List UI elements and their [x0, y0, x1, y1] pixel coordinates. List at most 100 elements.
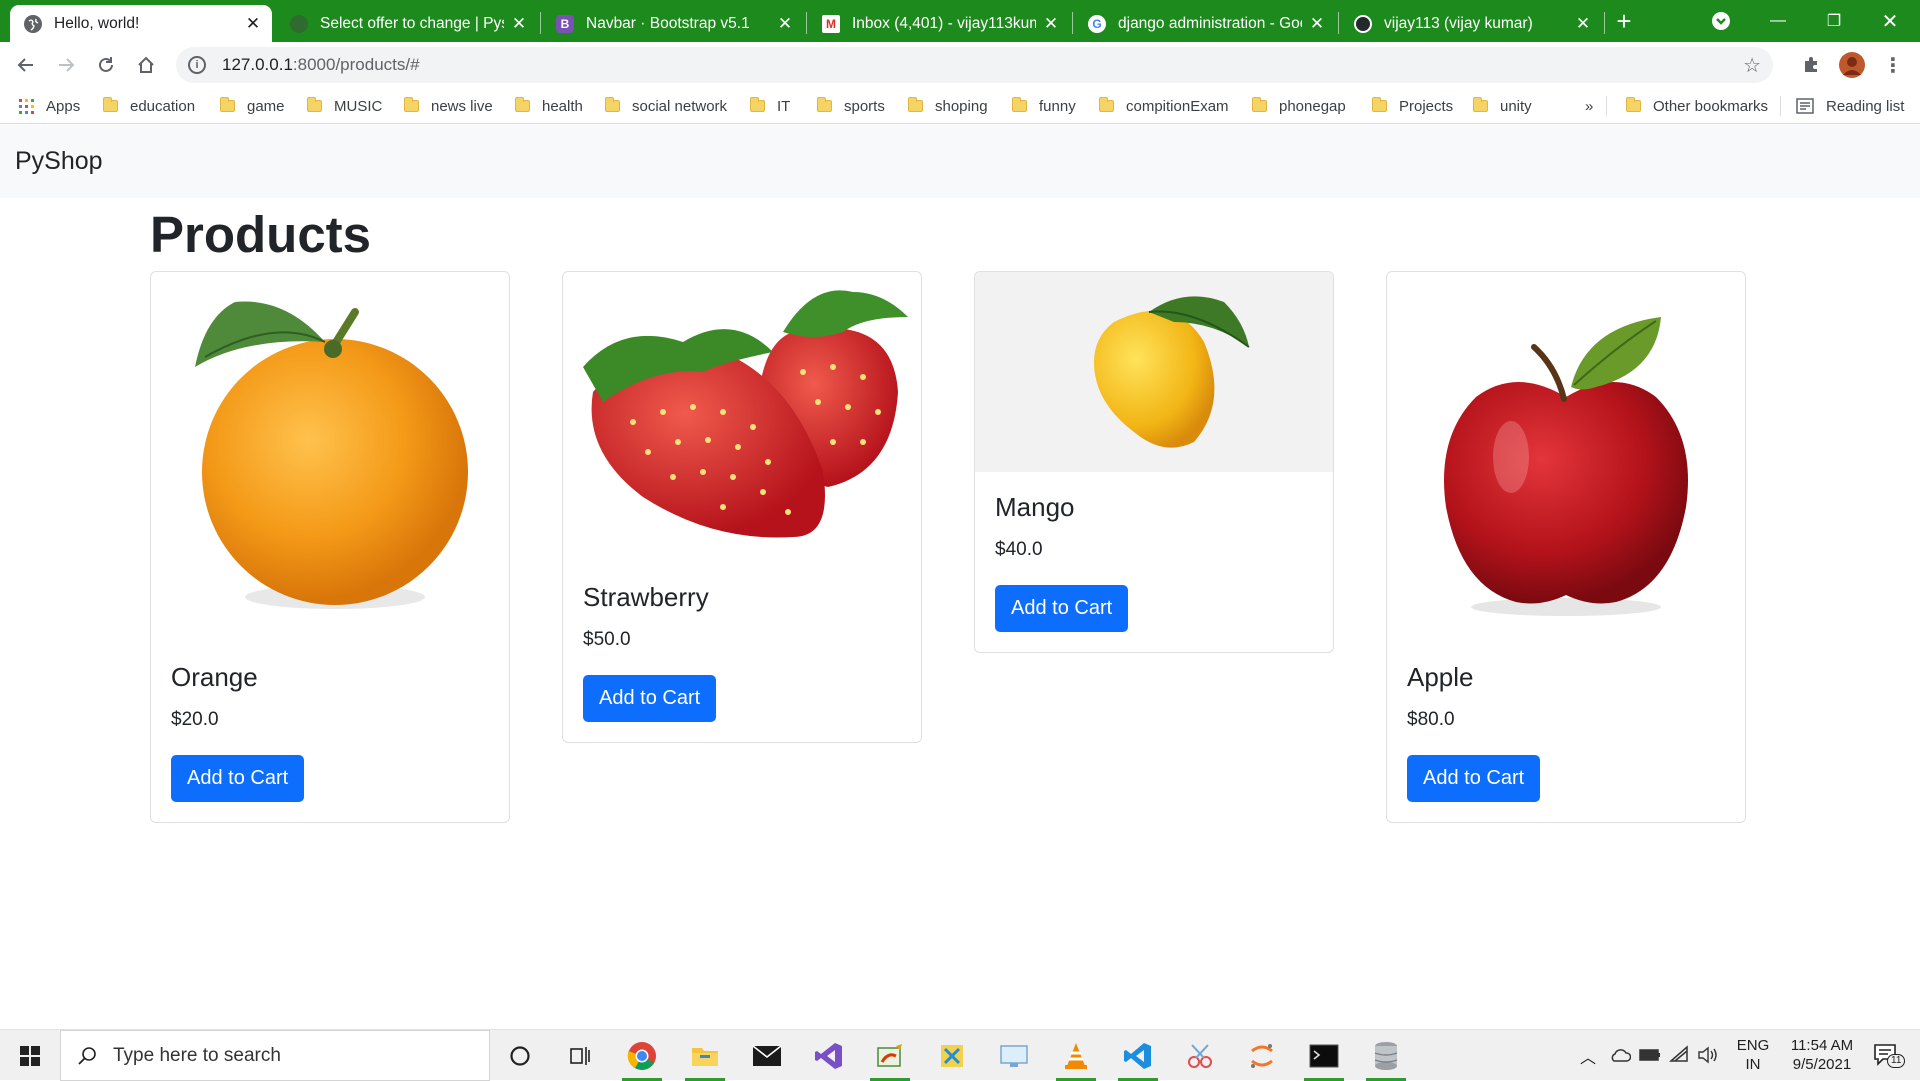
language-indicator[interactable]: ENG IN — [1733, 1036, 1773, 1074]
site-info-icon[interactable]: i — [188, 56, 206, 74]
browser-toolbar: i 127.0.0.1:8000/products/# ☆ ⋮ — [0, 42, 1920, 88]
apps-bookmark[interactable]: Apps — [19, 88, 80, 124]
strawberry-image — [563, 272, 921, 562]
close-tab-icon[interactable]: ✕ — [1308, 14, 1326, 34]
cortana-icon[interactable] — [496, 1033, 544, 1078]
tab-django-admin[interactable]: G django administration - Goo ✕ — [1074, 5, 1336, 42]
windows-start-icon[interactable] — [0, 1030, 60, 1081]
reading-list-button[interactable]: Reading list — [1796, 88, 1904, 124]
tab-select-offer[interactable]: Select offer to change | Pysh ✕ — [276, 5, 538, 42]
close-tab-icon[interactable]: ✕ — [510, 14, 528, 34]
folder-icon — [307, 97, 322, 112]
card-body: Orange $20.0 Add to Cart — [151, 642, 509, 822]
add-to-cart-button[interactable]: Add to Cart — [171, 755, 305, 803]
forward-icon[interactable] — [48, 47, 84, 83]
site-navbar: PyShop — [0, 125, 1920, 198]
home-icon[interactable] — [128, 47, 164, 83]
bookmark-folder-projects[interactable]: Projects — [1372, 88, 1453, 124]
tray-overflow-chevron-icon[interactable]: ︿ — [1580, 1044, 1596, 1068]
clock[interactable]: 11:54 AM 9/5/2021 — [1780, 1036, 1864, 1074]
file-explorer-icon[interactable] — [681, 1033, 729, 1081]
chrome-icon[interactable] — [618, 1033, 666, 1081]
add-to-cart-button[interactable]: Add to Cart — [583, 675, 717, 723]
wifi-icon[interactable] — [1669, 1045, 1689, 1067]
close-tab-icon[interactable]: ✕ — [244, 14, 262, 34]
minimize-icon[interactable]: — — [1750, 0, 1806, 42]
language-code: ENG — [1736, 1037, 1770, 1054]
tab-title: Select offer to change | Pysh — [320, 14, 504, 32]
tab-hello-world[interactable]: Hello, world! ✕ — [10, 5, 272, 42]
battery-icon[interactable] — [1639, 1048, 1661, 1066]
tab-search-icon[interactable] — [1693, 0, 1749, 42]
close-tab-icon[interactable]: ✕ — [1042, 14, 1060, 34]
github-icon — [1354, 14, 1372, 33]
reload-icon[interactable] — [88, 47, 124, 83]
terminal-icon[interactable] — [1300, 1033, 1348, 1081]
paint-icon[interactable] — [866, 1033, 914, 1081]
main-content: Products Orange $20.0 Add to Cart Strawb… — [150, 198, 1750, 824]
google-icon: G — [1088, 14, 1106, 33]
restore-icon[interactable]: ❐ — [1806, 0, 1862, 42]
globe-icon — [24, 14, 42, 33]
more-bookmarks-chevron[interactable]: » — [1585, 88, 1593, 124]
bookmark-folder-education[interactable]: education — [103, 88, 195, 124]
product-price: $20.0 — [171, 709, 219, 731]
close-tab-icon[interactable]: ✕ — [776, 14, 794, 34]
menu-kebab-icon[interactable]: ⋮ — [1875, 47, 1911, 83]
notifications-icon[interactable]: 11 — [1873, 1043, 1906, 1071]
taskbar-search-box[interactable]: Type here to search — [60, 1030, 490, 1081]
extensions-icon[interactable] — [1793, 47, 1829, 83]
task-view-icon[interactable] — [556, 1033, 604, 1078]
snip-tool-icon[interactable] — [928, 1033, 976, 1078]
jupyter-icon[interactable] — [1238, 1033, 1286, 1078]
close-window-icon[interactable]: ✕ — [1862, 0, 1918, 42]
bookmark-folder-social-network[interactable]: social network — [605, 88, 727, 124]
tab-gmail-inbox[interactable]: M Inbox (4,401) - vijay113kum ✕ — [808, 5, 1070, 42]
folder-icon — [404, 97, 419, 112]
add-to-cart-button[interactable]: Add to Cart — [1407, 755, 1541, 803]
visual-studio-icon[interactable] — [805, 1033, 853, 1078]
card-body: Apple $80.0 Add to Cart — [1387, 642, 1745, 822]
bookmark-star-icon[interactable]: ☆ — [1743, 53, 1761, 78]
bookmark-folder-funny[interactable]: funny — [1012, 88, 1076, 124]
bookmark-folder-news-live[interactable]: news live — [404, 88, 493, 124]
mail-icon[interactable] — [743, 1033, 791, 1078]
profile-avatar-icon[interactable] — [1834, 47, 1870, 83]
divider — [1780, 96, 1781, 116]
folder-icon — [103, 97, 118, 112]
bookmark-folder-game[interactable]: game — [220, 88, 285, 124]
bootstrap-icon: B — [556, 14, 574, 33]
vscode-icon[interactable] — [1114, 1033, 1162, 1081]
tab-title: Inbox (4,401) - vijay113kum — [852, 14, 1036, 32]
bookmark-folder-phonegap[interactable]: phonegap — [1252, 88, 1346, 124]
divider — [1606, 96, 1607, 116]
bookmark-folder-shoping[interactable]: shoping — [908, 88, 988, 124]
system-tray: ︿ ENG IN 11:54 AM 9/5/2021 11 — [1575, 1030, 1920, 1081]
folder-icon — [1626, 97, 1641, 112]
bookmark-folder-unity[interactable]: unity — [1473, 88, 1532, 124]
tab-github[interactable]: vijay113 (vijay kumar) ✕ — [1340, 5, 1602, 42]
vlc-icon[interactable] — [1052, 1033, 1100, 1081]
close-tab-icon[interactable]: ✕ — [1574, 14, 1592, 34]
url-text[interactable]: 127.0.0.1:8000/products/# — [222, 55, 420, 75]
onedrive-icon[interactable] — [1609, 1047, 1632, 1067]
folder-icon — [908, 97, 923, 112]
bookmark-folder-music[interactable]: MUSIC — [307, 88, 382, 124]
bookmark-folder-it[interactable]: IT — [750, 88, 790, 124]
add-to-cart-button[interactable]: Add to Cart — [995, 585, 1129, 633]
back-icon[interactable] — [8, 47, 44, 83]
new-tab-button[interactable]: + — [1596, 0, 1652, 42]
bookmark-folder-sports[interactable]: sports — [817, 88, 885, 124]
address-bar[interactable]: i 127.0.0.1:8000/products/# ☆ — [176, 47, 1773, 83]
tab-bootstrap-navbar[interactable]: B Navbar · Bootstrap v5.1 ✕ — [542, 5, 804, 42]
bookmark-folder-other[interactable]: Other bookmarks — [1626, 88, 1768, 124]
database-icon[interactable] — [1362, 1033, 1410, 1081]
folder-icon — [1099, 97, 1114, 112]
bookmark-folder-health[interactable]: health — [515, 88, 583, 124]
navbar-brand[interactable]: PyShop — [15, 147, 103, 176]
card-body: Strawberry $50.0 Add to Cart — [563, 562, 921, 742]
bookmark-folder-compitionexam[interactable]: compitionExam — [1099, 88, 1229, 124]
remote-desktop-icon[interactable] — [990, 1033, 1038, 1078]
snipping-scissors-icon[interactable] — [1176, 1033, 1224, 1078]
volume-icon[interactable] — [1697, 1046, 1719, 1068]
